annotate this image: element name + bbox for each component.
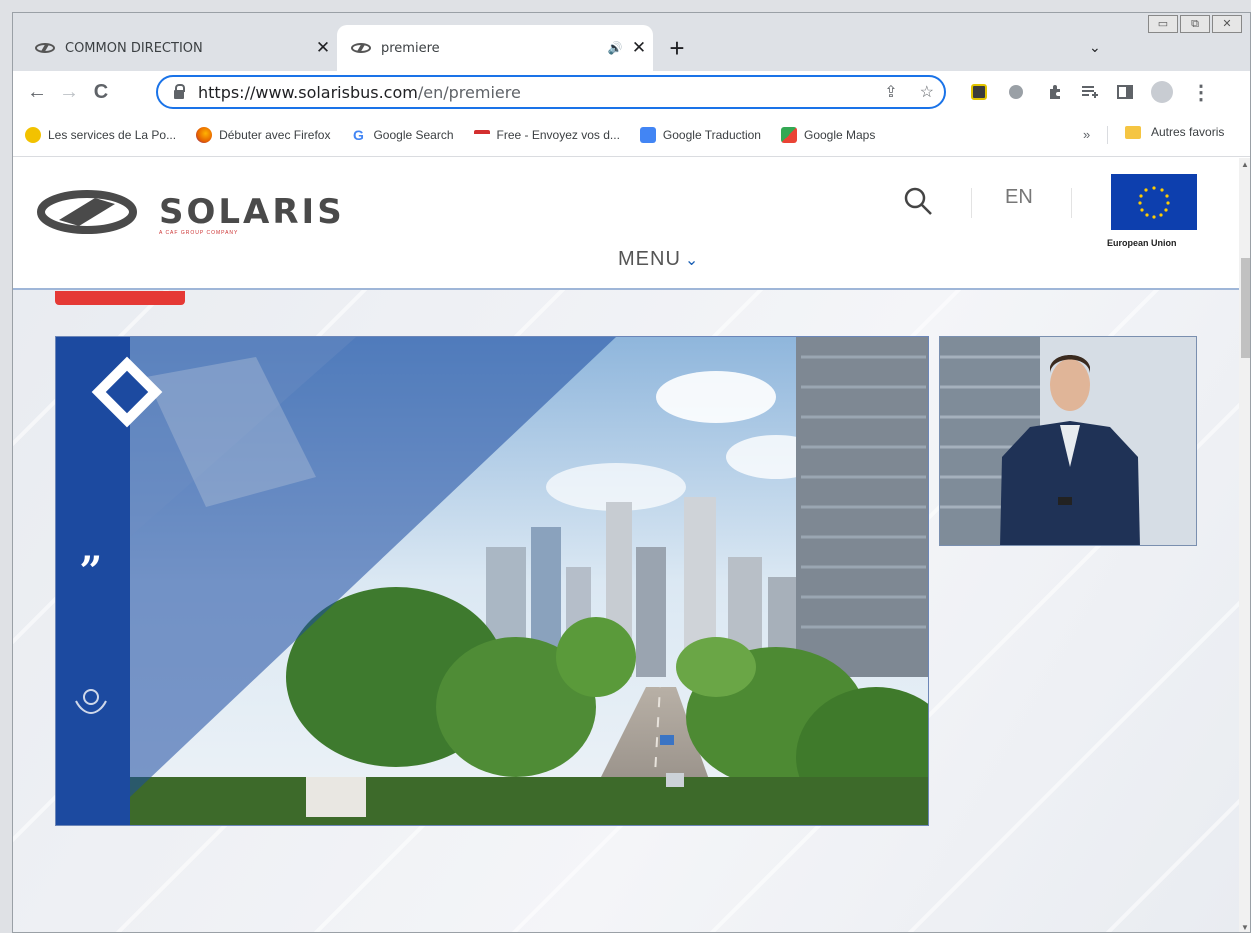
firefox-icon <box>196 126 213 143</box>
site-header: SOLARIS A CAF GROUP COMPANY EN European … <box>13 158 1239 290</box>
extension-circle-icon[interactable] <box>1009 71 1023 113</box>
tab-common-direction[interactable]: COMMON DIRECTION ✕ <box>21 25 337 71</box>
eu-flag <box>1111 174 1197 230</box>
scrollbar-thumb[interactable] <box>1241 258 1250 358</box>
tab-search-icon[interactable]: ⌄ <box>1089 39 1101 56</box>
bookmark-item[interactable]: Google Maps <box>780 126 876 143</box>
google-translate-icon <box>639 126 656 143</box>
url-host: https://www.solarisbus.com <box>198 82 418 102</box>
reading-list-icon[interactable] <box>1081 71 1099 113</box>
tab-title: COMMON DIRECTION <box>65 40 203 56</box>
close-tab-icon[interactable]: ✕ <box>309 38 337 58</box>
bookmark-label: Google Traduction <box>662 127 761 142</box>
other-bookmarks-folder[interactable]: Autres favoris <box>1125 125 1224 139</box>
google-icon: G <box>353 126 364 143</box>
bookmark-item[interactable]: G Google Search <box>350 126 454 143</box>
url-text[interactable]: https://www.solarisbus.com/en/premiere <box>198 83 521 102</box>
profile-avatar-icon[interactable] <box>1151 71 1173 113</box>
solaris-favicon-icon <box>35 43 55 53</box>
search-icon[interactable] <box>903 186 933 216</box>
forward-icon[interactable]: → <box>53 81 85 104</box>
new-tab-button[interactable]: + <box>663 33 691 64</box>
brand-subtitle: A CAF GROUP COMPANY <box>159 230 239 236</box>
address-bar[interactable]: https://www.solarisbus.com/en/premiere ⇪… <box>156 75 946 109</box>
hands-globe-icon <box>75 689 107 715</box>
reload-icon[interactable]: C <box>85 81 117 104</box>
close-tab-icon[interactable]: ✕ <box>625 38 653 58</box>
window-controls: ▭ ⧉ ✕ <box>1148 15 1242 33</box>
share-icon[interactable]: ⇪ <box>884 82 897 102</box>
bookmark-item[interactable]: Débuter avec Firefox <box>196 126 331 143</box>
city-scene-image <box>56 337 928 825</box>
extensions-puzzle-icon[interactable] <box>1047 71 1063 113</box>
presenter-video[interactable] <box>939 336 1197 546</box>
bookmark-item[interactable]: Google Traduction <box>639 126 761 143</box>
bookmarks-divider <box>1107 126 1108 144</box>
tab-strip: COMMON DIRECTION ✕ premiere 🔊 ✕ + ⌄ ▭ ⧉ … <box>13 13 1250 71</box>
live-badge <box>55 291 185 305</box>
header-divider <box>971 188 972 218</box>
la-poste-icon <box>25 126 41 143</box>
brand-name: SOLARIS <box>159 192 345 232</box>
chevron-down-icon: ⌄ <box>684 252 700 269</box>
eu-stars-icon <box>1138 186 1170 219</box>
browser-toolbar: ← → C https://www.solarisbus.com/en/prem… <box>13 71 1250 113</box>
main-video[interactable]: „ <box>55 336 929 826</box>
folder-label: Autres favoris <box>1151 125 1225 139</box>
solaris-logo-icon <box>37 190 137 234</box>
page-scrollbar[interactable]: ▲ ▼ <box>1239 158 1250 932</box>
minimize-button[interactable]: ▭ <box>1148 15 1178 33</box>
bookmark-label: Les services de La Po... <box>48 127 177 142</box>
speaker-icon[interactable]: 🔊 <box>605 41 625 55</box>
bookmarks-bar: Les services de La Po... Débuter avec Fi… <box>13 113 1250 157</box>
header-divider <box>1071 188 1072 218</box>
extension-yellow-icon[interactable] <box>971 71 987 113</box>
web-page: „ SOLARIS A CAF GROUP COMPANY EN Europea… <box>13 158 1239 932</box>
free-icon <box>473 129 490 140</box>
lock-icon[interactable] <box>174 83 185 99</box>
restore-button[interactable]: ⧉ <box>1180 15 1210 33</box>
menu-button[interactable]: MENU ⌄ <box>618 248 699 271</box>
tab-title: premiere <box>381 40 440 56</box>
tab-premiere[interactable]: premiere 🔊 ✕ <box>337 25 653 71</box>
bookmark-label: Débuter avec Firefox <box>219 127 331 142</box>
scroll-down-icon[interactable]: ▼ <box>1241 923 1249 932</box>
eu-label: European Union <box>1107 238 1177 248</box>
back-icon[interactable]: ← <box>21 81 53 104</box>
close-window-button[interactable]: ✕ <box>1212 15 1242 33</box>
bookmark-label: Google Search <box>373 127 454 142</box>
bookmark-item[interactable]: Free - Envoyez vos d... <box>473 127 620 142</box>
google-maps-icon <box>780 126 797 143</box>
side-panel-icon[interactable] <box>1117 71 1133 113</box>
presenter-image <box>940 337 1196 545</box>
bookmark-star-icon[interactable]: ☆ <box>920 82 934 102</box>
scroll-up-icon[interactable]: ▲ <box>1241 160 1249 169</box>
quote-icon: „ <box>80 525 104 572</box>
bookmark-label: Google Maps <box>803 127 876 142</box>
language-selector[interactable]: EN <box>1005 186 1033 209</box>
browser-menu-icon[interactable]: ⋮ <box>1191 71 1211 113</box>
menu-label: MENU <box>618 248 681 270</box>
bookmark-label: Free - Envoyez vos d... <box>496 127 620 142</box>
bookmark-item[interactable]: Les services de La Po... <box>25 126 177 143</box>
solaris-logo[interactable]: SOLARIS A CAF GROUP COMPANY <box>37 190 345 236</box>
url-path: /en/premiere <box>417 82 521 102</box>
browser-window: COMMON DIRECTION ✕ premiere 🔊 ✕ + ⌄ ▭ ⧉ … <box>12 12 1251 933</box>
folder-icon <box>1125 125 1141 139</box>
more-bookmarks-icon[interactable]: » <box>1083 127 1090 142</box>
solaris-favicon-icon <box>351 43 371 53</box>
